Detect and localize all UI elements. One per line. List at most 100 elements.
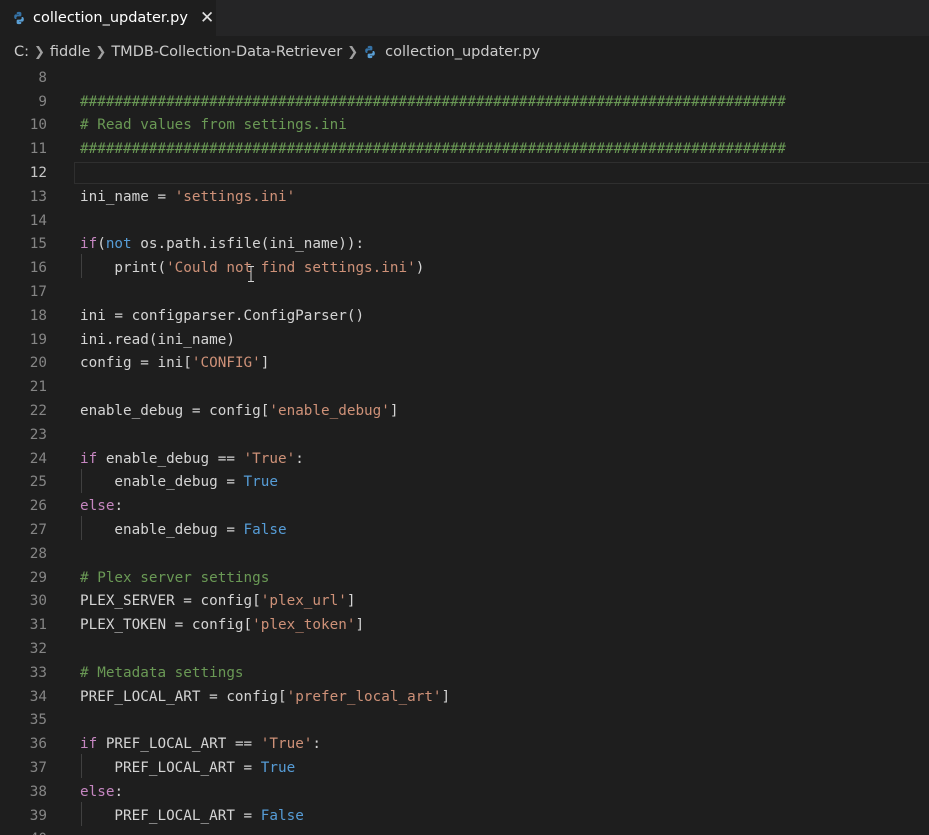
code-token: True bbox=[260, 760, 296, 777]
code-line[interactable]: 39 PREF_LOCAL_ART = False bbox=[0, 804, 929, 828]
code-token: else bbox=[80, 783, 115, 800]
code-line[interactable]: 8 bbox=[0, 66, 929, 90]
code-text: ini = configparser.ConfigParser() bbox=[80, 308, 364, 324]
code-token: 'enable_debug' bbox=[269, 403, 390, 420]
code-line[interactable]: 34 PREF_LOCAL_ART = config['prefer_local_… bbox=[0, 685, 929, 709]
line-number: 32 bbox=[29, 641, 47, 658]
code-line[interactable]: 35 bbox=[0, 709, 929, 733]
code-token: ] bbox=[346, 593, 356, 610]
line-number: 8 bbox=[38, 69, 47, 86]
code-line[interactable]: 40 bbox=[0, 828, 929, 835]
code-token: ) bbox=[415, 260, 425, 277]
code-line[interactable]: 21 bbox=[0, 375, 929, 399]
line-number: 34 bbox=[29, 688, 47, 705]
code-token: ########################################… bbox=[80, 93, 786, 110]
code-text: enable_debug = False bbox=[80, 522, 287, 539]
code-editor[interactable]: 8 9 ######################################… bbox=[0, 66, 929, 835]
code-line[interactable]: 23 bbox=[0, 423, 929, 447]
code-text: PREF_LOCAL_ART = True bbox=[80, 760, 295, 776]
code-token: PREF_LOCAL_ART = config[ bbox=[80, 688, 287, 705]
code-text: if enable_debug == 'True': bbox=[80, 451, 304, 467]
code-line[interactable]: 30 PLEX_SERVER = config['plex_url'] bbox=[0, 590, 929, 614]
breadcrumb-drive[interactable]: C: bbox=[14, 44, 29, 60]
code-line[interactable]: 36 if PREF_LOCAL_ART == 'True': bbox=[0, 732, 929, 756]
code-token: enable_debug = bbox=[80, 522, 244, 539]
code-line[interactable]: 32 bbox=[0, 637, 929, 661]
code-line[interactable]: 18 ini = configparser.ConfigParser() bbox=[0, 304, 929, 328]
code-token: os.path.isfile(ini_name)): bbox=[131, 236, 365, 253]
line-number: 39 bbox=[29, 807, 47, 824]
code-line[interactable]: 27 enable_debug = False bbox=[0, 518, 929, 542]
line-number: 14 bbox=[29, 212, 47, 229]
code-text: enable_debug = True bbox=[80, 474, 278, 490]
breadcrumb-folder-fiddle[interactable]: fiddle bbox=[50, 44, 91, 60]
chevron-right-icon: ❯ bbox=[347, 44, 359, 60]
line-number: 21 bbox=[29, 379, 47, 396]
code-line[interactable]: 25 enable_debug = True bbox=[0, 471, 929, 495]
code-line[interactable]: 31 PLEX_TOKEN = config['plex_token'] bbox=[0, 613, 929, 637]
code-token: ini.read(ini_name) bbox=[80, 331, 235, 348]
code-line[interactable]: 14 bbox=[0, 209, 929, 233]
code-text: config = ini['CONFIG'] bbox=[80, 355, 269, 371]
code-token: # Read values from settings.ini bbox=[80, 117, 347, 134]
line-number: 30 bbox=[29, 593, 47, 610]
code-token: 'Could not find settings.ini' bbox=[166, 260, 416, 277]
line-number: 11 bbox=[29, 141, 47, 158]
code-text: if(not os.path.isfile(ini_name)): bbox=[80, 236, 364, 252]
code-line[interactable]: 24 if enable_debug == 'True': bbox=[0, 447, 929, 471]
chevron-right-icon: ❯ bbox=[95, 44, 107, 60]
code-text: ########################################… bbox=[80, 94, 786, 110]
code-text: PREF_LOCAL_ART = config['prefer_local_ar… bbox=[80, 689, 450, 705]
code-line[interactable]: 16 print('Could not find settings.ini') bbox=[0, 256, 929, 280]
code-line[interactable]: 10 # Read values from settings.ini bbox=[0, 114, 929, 138]
code-line[interactable]: 11 ######################################… bbox=[0, 137, 929, 161]
code-token: False bbox=[260, 807, 304, 824]
code-line[interactable]: 22 enable_debug = config['enable_debug'] bbox=[0, 399, 929, 423]
tab-filename: collection_updater.py bbox=[33, 10, 188, 26]
code-token: if bbox=[80, 736, 98, 753]
code-token: enable_debug = bbox=[80, 474, 244, 491]
line-number: 10 bbox=[29, 117, 47, 134]
python-icon bbox=[14, 11, 24, 25]
code-line[interactable]: 15 if(not os.path.isfile(ini_name)): bbox=[0, 233, 929, 257]
close-icon[interactable]: ✕ bbox=[200, 9, 214, 27]
code-text: else: bbox=[80, 784, 123, 800]
line-number: 35 bbox=[29, 712, 47, 729]
breadcrumb-file[interactable]: collection_updater.py bbox=[363, 44, 540, 60]
line-number: 36 bbox=[29, 736, 47, 753]
code-token: ] bbox=[355, 617, 365, 634]
code-line[interactable]: 37 PREF_LOCAL_ART = True bbox=[0, 756, 929, 780]
code-line[interactable]: 26 else: bbox=[0, 494, 929, 518]
line-number: 38 bbox=[29, 783, 47, 800]
code-token: 'plex_url' bbox=[260, 593, 347, 610]
current-line-highlight bbox=[74, 162, 929, 184]
code-line[interactable]: 29 # Plex server settings bbox=[0, 566, 929, 590]
code-token: ] bbox=[389, 403, 399, 420]
code-line[interactable]: 38 else: bbox=[0, 780, 929, 804]
code-token: 'prefer_local_art' bbox=[286, 688, 442, 705]
line-number: 40 bbox=[0, 831, 47, 835]
code-line[interactable]: 12 bbox=[0, 161, 929, 185]
line-number: 16 bbox=[29, 260, 47, 277]
code-line[interactable]: 19 ini.read(ini_name) bbox=[0, 328, 929, 352]
code-text: ini_name = 'settings.ini' bbox=[80, 189, 295, 205]
breadcrumb-file-label: collection_updater.py bbox=[385, 44, 541, 60]
code-token: True bbox=[243, 474, 278, 491]
code-line[interactable]: 20 config = ini['CONFIG'] bbox=[0, 352, 929, 376]
code-token: PLEX_TOKEN = config[ bbox=[80, 617, 253, 634]
code-line[interactable]: 9 #######################################… bbox=[0, 90, 929, 114]
code-token: : bbox=[295, 450, 304, 467]
editor-tab[interactable]: collection_updater.py ✕ bbox=[0, 0, 216, 36]
code-token: enable_debug == bbox=[97, 450, 244, 467]
code-text: else: bbox=[80, 498, 123, 514]
code-token: : bbox=[114, 783, 124, 800]
line-number: 13 bbox=[29, 188, 47, 205]
code-line[interactable]: 28 bbox=[0, 542, 929, 566]
code-line[interactable]: 33 # Metadata settings bbox=[0, 661, 929, 685]
line-number: 26 bbox=[29, 498, 47, 515]
code-text: ########################################… bbox=[80, 141, 786, 157]
code-line[interactable]: 13 ini_name = 'settings.ini' bbox=[0, 185, 929, 209]
code-line[interactable]: 17 bbox=[0, 280, 929, 304]
breadcrumb-folder-project[interactable]: TMDB-Collection-Data-Retriever bbox=[111, 44, 342, 60]
code-token: False bbox=[243, 522, 287, 539]
